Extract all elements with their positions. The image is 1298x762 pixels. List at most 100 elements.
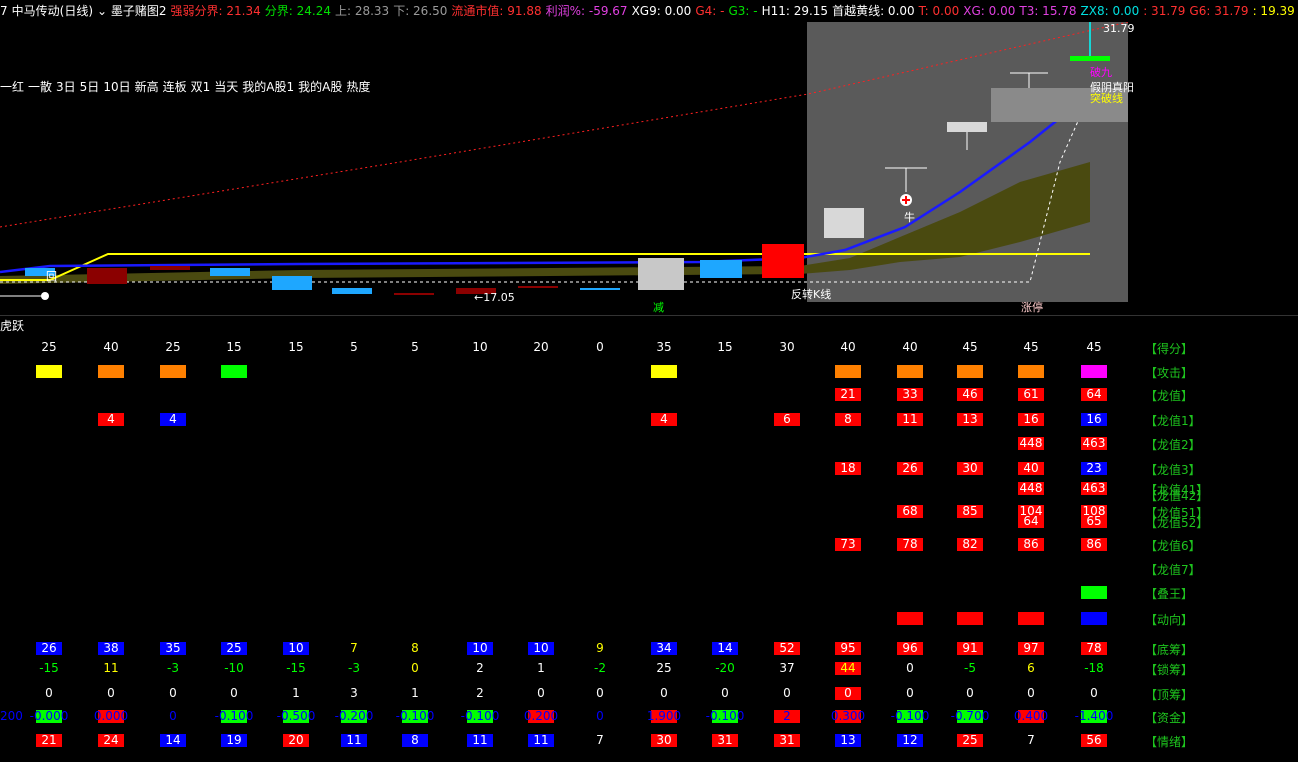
cell-value: 40 [902,340,918,354]
candle [272,276,312,290]
title-bar-item: : 31.79 [1143,4,1186,18]
cell-value: 21 [840,387,856,401]
quick-link[interactable]: 我的A股 [298,80,342,94]
candlestick-chart[interactable]: 31.79 ←17.05 反转K线 减 涨停 牛 回 破九 假阴真阳 突破线 [0,22,1298,317]
cell-box [1018,612,1044,625]
quick-link[interactable]: 当天 [214,80,238,94]
cell-value: 73 [840,537,856,551]
pane-divider [0,315,1298,316]
cell-box [897,365,923,378]
tupo-label: 突破线 [1090,91,1123,105]
cell-value: 25 [41,340,57,354]
candle [150,266,190,270]
quick-link[interactable]: 连板 [163,80,187,94]
cell-value: 33 [902,387,918,401]
title-bar-item: 分界: 24.24 [264,4,331,18]
left-edge-value: 200 [0,709,23,723]
cell-value: 61 [1023,387,1039,401]
title-bar-item: G4: - [695,4,725,18]
indicator-title-bar: 7 中马传动(日线) ⌄ 墨子赌图2 强弱分界: 21.34 分界: 24.24 上: 2… [0,0,1298,22]
cell-value: 11 [103,661,119,675]
cell-value: 6 [1027,661,1035,675]
cell-value: 0 [721,686,729,700]
cell-value: 30 [962,461,978,475]
cell-value: 8 [411,733,419,747]
cell-value: 0 [107,686,115,700]
row-label: 【叠王】 [1145,587,1194,601]
cell-value: 18 [840,461,856,475]
cell-value: 15 [226,340,242,354]
cell-value: 4 [169,412,177,426]
cell-value: 0.300 [830,709,866,723]
cell-value: -3 [348,661,360,675]
cell-value: -0.200 [334,709,374,723]
cell-value: 0 [537,686,545,700]
cell-value: 4 [660,412,668,426]
title-bar-item: T3: 15.78 [1019,4,1077,18]
cell-value: -0.500 [276,709,316,723]
cell-box [1081,612,1107,625]
candle [332,288,372,294]
cell-value: 26 [902,461,918,475]
cell-value: 64 [1023,514,1039,528]
row-label: 【龙值3】 [1145,463,1201,477]
zhangting-label: 涨停 [1021,300,1043,314]
cell-box [160,365,186,378]
cell-value: 448 [1019,436,1043,450]
candle [947,122,987,132]
row-label: 【底筹】 [1145,643,1194,657]
cell-box [957,612,983,625]
cell-value: -0.100 [460,709,500,723]
cell-value: 10 [472,340,488,354]
row-label: 【龙值1】 [1145,414,1201,428]
cell-value: 20 [533,340,549,354]
cell-value: 46 [962,387,978,401]
cell-value: 0 [169,709,177,723]
cell-value: 8 [844,412,852,426]
cell-value: 0 [411,661,419,675]
cell-value: 52 [779,641,795,655]
quick-link[interactable]: 热度 [346,80,370,94]
cell-box [221,365,247,378]
cell-value: 0 [906,661,914,675]
cell-value: 45 [1023,340,1039,354]
quick-link[interactable]: 一散 [28,80,52,94]
reversal-label: 反转K线 [791,287,831,301]
row-label: 【龙值7】 [1145,563,1201,577]
cell-value: 30 [656,733,672,747]
cell-value: 31 [779,733,795,747]
cell-value: 463 [1082,436,1106,450]
quick-link[interactable]: 5日 [80,80,100,94]
cell-value: 463 [1082,481,1106,495]
quick-link[interactable]: 新高 [135,80,159,94]
jian-label: 减 [653,301,664,314]
quick-link[interactable]: 10日 [103,80,130,94]
cell-value: 16 [1023,412,1039,426]
cell-value: 1 [292,686,300,700]
cell-value: 25 [165,340,181,354]
cell-value: 0 [966,686,974,700]
cell-value: 25 [656,661,672,675]
cell-value: 15 [288,340,304,354]
quick-link[interactable]: 双1 [191,80,211,94]
cell-value: 14 [165,733,181,747]
cell-value: 85 [962,504,978,518]
title-bar-item: 7 [0,4,8,18]
title-bar-item: : 19.39 [1252,4,1295,18]
cell-value: 0 [169,686,177,700]
row-label: 【龙值42】 [1145,489,1209,503]
cell-value: 91 [962,641,978,655]
cell-value: 14 [717,641,733,655]
cell-value: 40 [840,340,856,354]
row-label: 【动向】 [1145,613,1194,627]
cell-value: 2 [783,709,791,723]
quick-link[interactable]: 一红 [0,80,24,94]
cell-value: -0.100 [890,709,930,723]
cell-value: 0 [596,686,604,700]
quick-link[interactable]: 3日 [56,80,76,94]
candle [638,258,684,290]
row-label: 【龙值6】 [1145,539,1201,553]
quick-link[interactable]: 我的A股1 [242,80,294,94]
cell-value: 0 [596,340,604,354]
price-value-label: 31.79 [1103,22,1135,35]
